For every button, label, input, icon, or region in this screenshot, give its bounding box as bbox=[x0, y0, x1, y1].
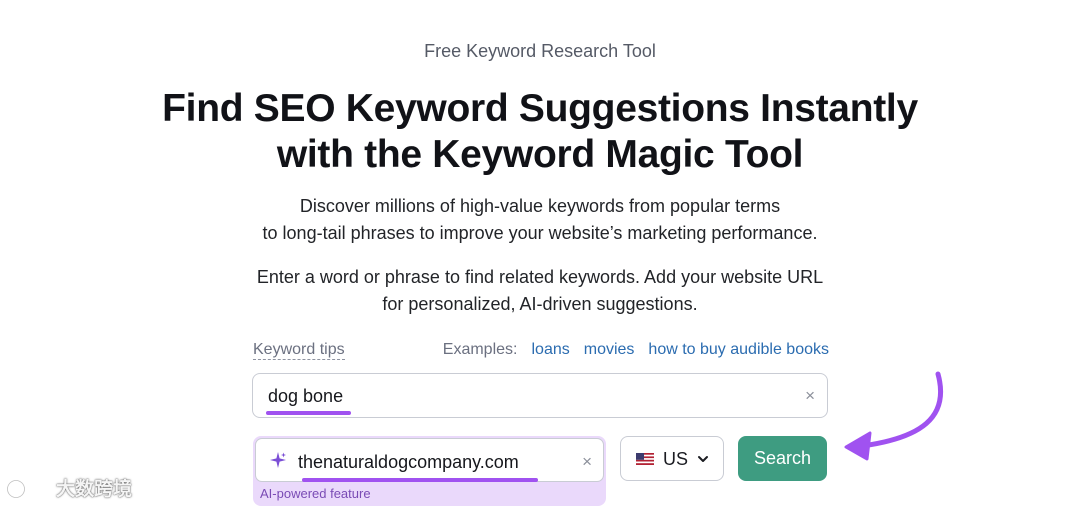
example-link-loans[interactable]: loans bbox=[531, 341, 569, 359]
watermark-text: 大数跨境 bbox=[56, 479, 133, 500]
instructions: Enter a word or phrase to find related k… bbox=[0, 264, 1080, 318]
example-link-audible[interactable]: how to buy audible books bbox=[648, 341, 829, 359]
sparkle-icon bbox=[270, 452, 286, 468]
us-flag-icon bbox=[636, 453, 654, 465]
instructions-line-2: for personalized, AI-driven suggestions. bbox=[382, 294, 698, 314]
keyword-highlight-underline bbox=[266, 411, 351, 415]
keyword-tips-link[interactable]: Keyword tips bbox=[253, 341, 345, 360]
keyword-input-value: dog bone bbox=[268, 386, 344, 406]
keyword-input[interactable]: dog bone × bbox=[252, 373, 828, 418]
search-button[interactable]: Search bbox=[738, 436, 827, 481]
tips-row: Keyword tips Examples: loans movies how … bbox=[253, 339, 829, 363]
eyebrow-text: Free Keyword Research Tool bbox=[424, 41, 656, 61]
chevron-down-icon bbox=[698, 456, 708, 462]
url-highlight-underline bbox=[302, 478, 538, 482]
page-title-line-1: Find SEO Keyword Suggestions Instantly bbox=[162, 87, 918, 130]
description: Discover millions of high-value keywords… bbox=[0, 193, 1080, 247]
watermark: 大数跨境 bbox=[6, 474, 132, 501]
curved-arrow-icon bbox=[844, 371, 944, 461]
country-code: US bbox=[663, 449, 689, 469]
page-title: Find SEO Keyword Suggestions Instantly w… bbox=[0, 86, 1080, 178]
description-line-2: to long-tail phrases to improve your web… bbox=[262, 223, 818, 243]
examples: Examples: loans movies how to buy audibl… bbox=[443, 341, 829, 359]
watermark-logo-icon bbox=[7, 477, 49, 498]
example-link-movies[interactable]: movies bbox=[584, 341, 635, 359]
clear-url-icon[interactable]: × bbox=[582, 453, 592, 470]
website-url-value: thenaturaldogcompany.com bbox=[298, 452, 519, 472]
country-select[interactable]: US bbox=[620, 436, 724, 481]
ai-powered-badge: AI-powered feature bbox=[260, 486, 371, 501]
ai-feature-wrapper: thenaturaldogcompany.com × AI-powered fe… bbox=[253, 436, 606, 506]
instructions-line-1: Enter a word or phrase to find related k… bbox=[256, 267, 824, 287]
clear-keyword-icon[interactable]: × bbox=[805, 387, 815, 404]
website-url-input[interactable]: thenaturaldogcompany.com × bbox=[255, 438, 604, 482]
description-line-1: Discover millions of high-value keywords… bbox=[299, 196, 781, 216]
page-title-line-2: with the Keyword Magic Tool bbox=[276, 133, 804, 176]
examples-label: Examples: bbox=[442, 341, 518, 358]
